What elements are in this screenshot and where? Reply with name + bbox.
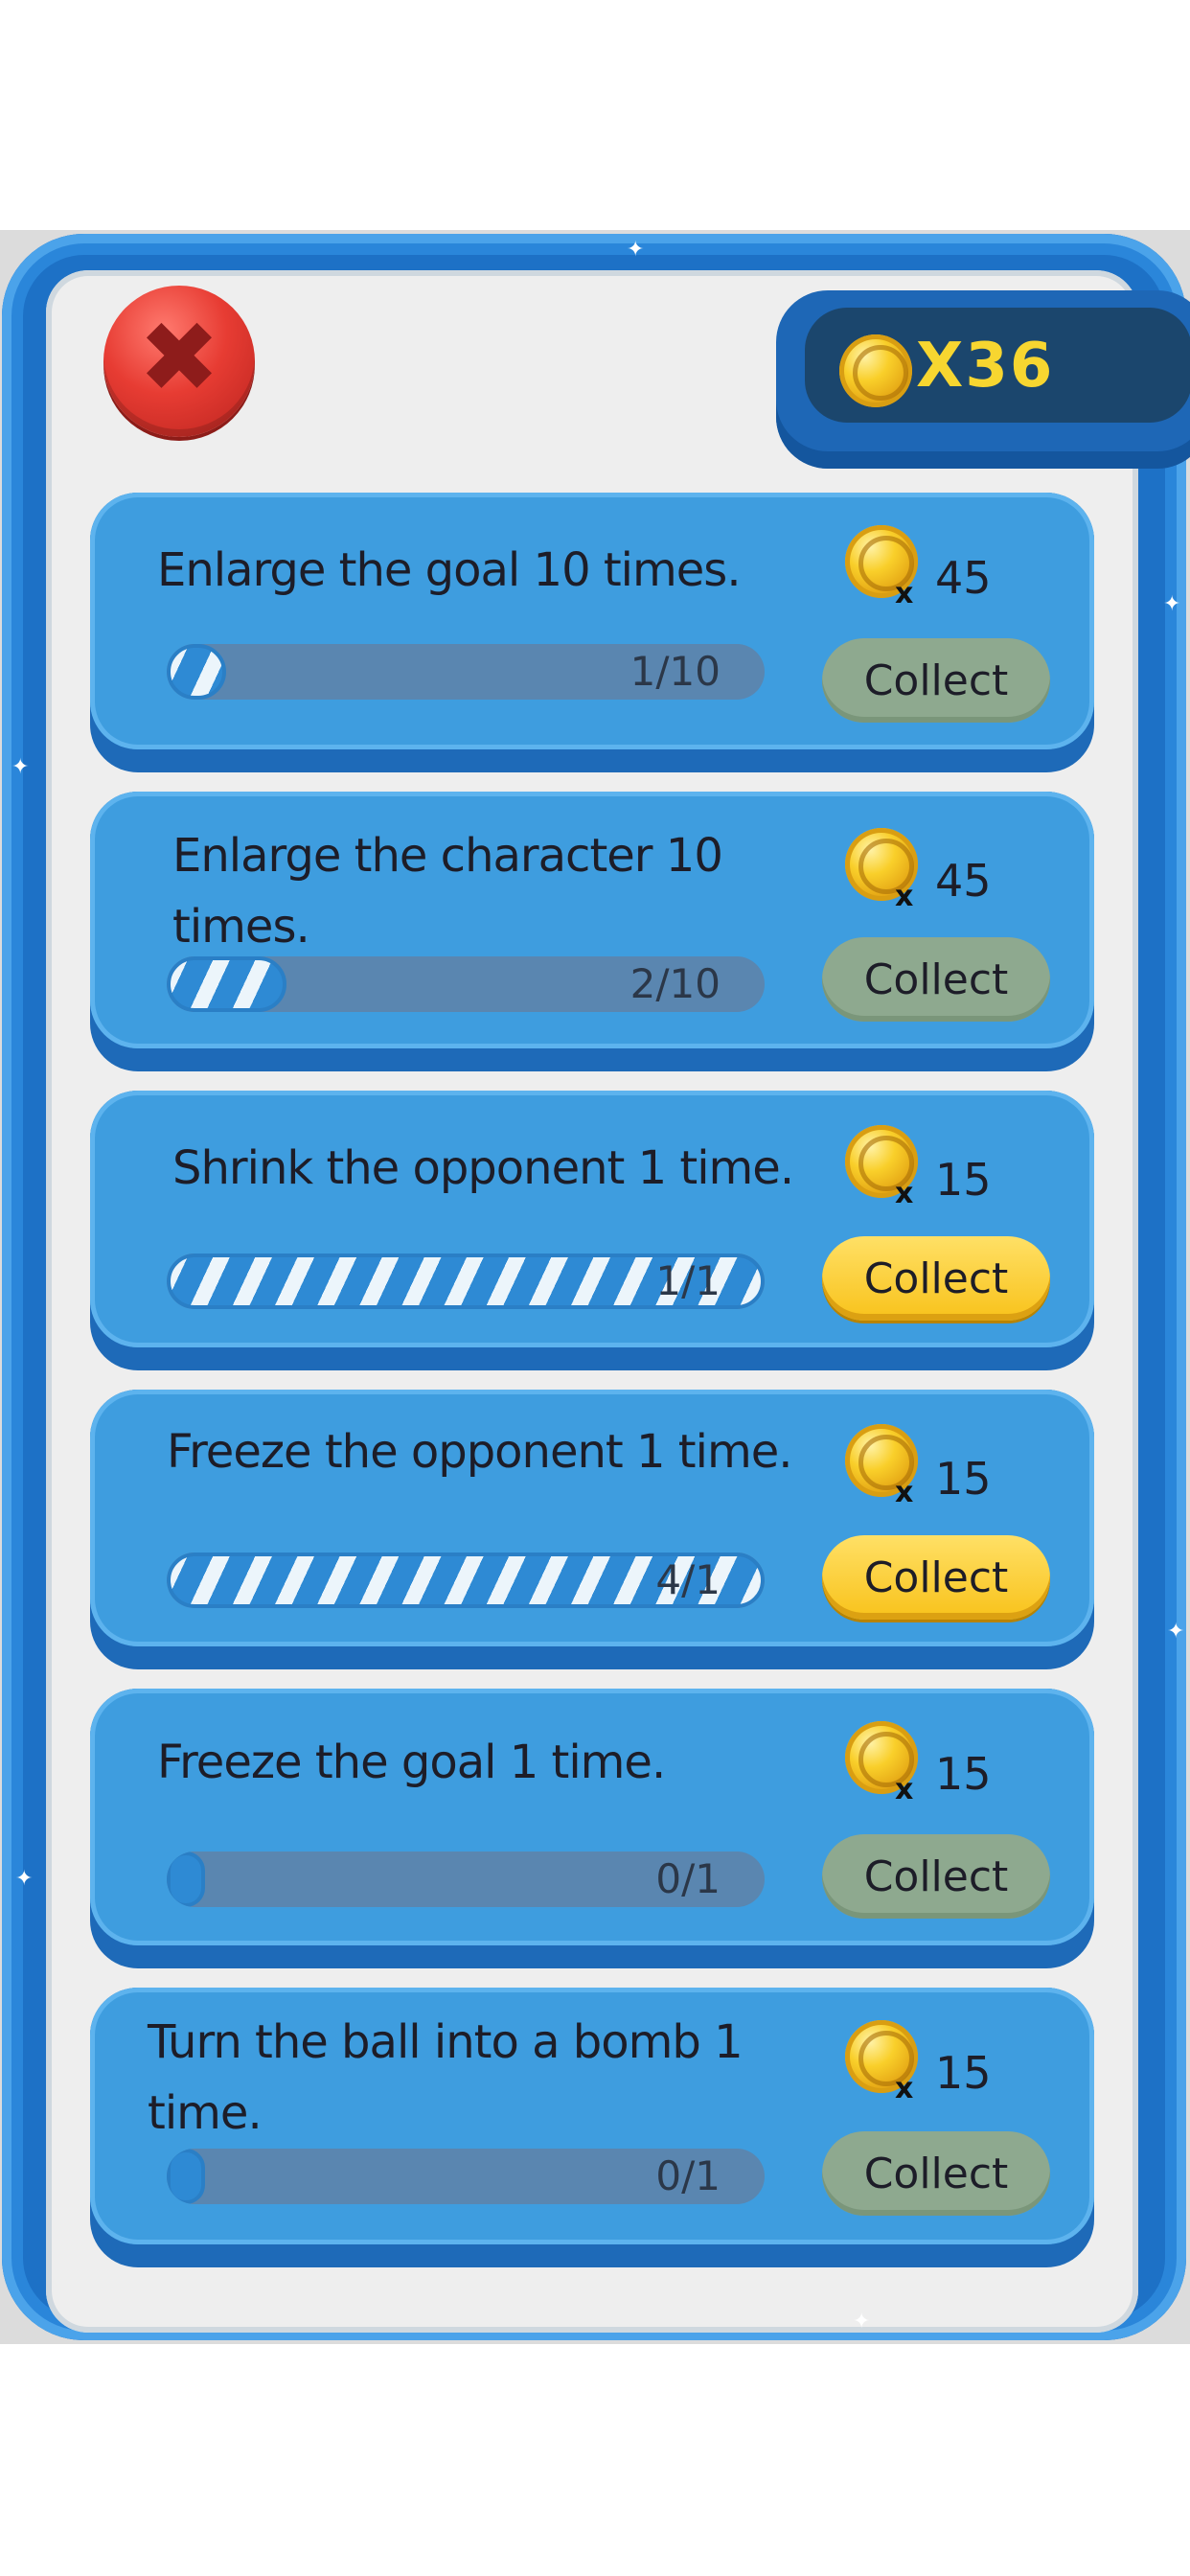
progress-text: 0/1	[655, 1855, 721, 1902]
progress-text: 0/1	[655, 2152, 721, 2199]
progress-text: 1/10	[629, 648, 721, 695]
reward-multiplier: x	[895, 1177, 914, 1210]
reward-amount: 45	[935, 855, 992, 907]
quest-title: Freeze the opponent 1 time.	[167, 1425, 793, 1479]
quest-title: Enlarge the goal 10 times.	[157, 543, 742, 597]
sparkle-decoration: ✦	[627, 238, 645, 262]
quest-card-face: Shrink the opponent 1 time. x 15 1/1 Collect	[90, 1091, 1094, 1347]
quest-card: Turn the ball into a bomb 1 time. x 15 0/1 C…	[90, 1988, 1094, 2267]
progress-fill	[167, 1852, 205, 1907]
reward-amount: 45	[935, 552, 992, 604]
quest-card: Enlarge the character 10 times. x 45 2/10 Co…	[90, 792, 1094, 1071]
quest-card-face: Enlarge the goal 10 times. x 45 1/10 Collect	[90, 493, 1094, 749]
collect-button[interactable]: Collect	[822, 1535, 1050, 1620]
quest-card: Enlarge the goal 10 times. x 45 1/10 Collect	[90, 493, 1094, 772]
progress-bar: 1/1	[167, 1254, 765, 1309]
sparkle-decoration: ✦	[853, 2310, 871, 2334]
collect-button[interactable]: Collect	[822, 1834, 1050, 1919]
quest-title: Enlarge the character 10 times.	[172, 829, 723, 954]
reward-amount: 15	[935, 1453, 992, 1505]
reward-multiplier: x	[895, 1476, 914, 1509]
quest-card-face: Turn the ball into a bomb 1 time. x 15 0/1 C…	[90, 1988, 1094, 2244]
close-icon: ✖	[138, 301, 220, 415]
quest-card: Freeze the opponent 1 time. x 15 4/1 Collect	[90, 1390, 1094, 1669]
reward-multiplier: x	[895, 577, 914, 610]
progress-text: 4/1	[655, 1556, 721, 1603]
reward-amount: 15	[935, 1748, 992, 1800]
reward-multiplier: x	[895, 1773, 914, 1806]
sparkle-decoration: ✦	[1167, 1620, 1185, 1644]
progress-fill	[167, 644, 226, 700]
coin-count-text: X36	[916, 331, 1055, 402]
coin-counter: X36	[776, 290, 1190, 469]
sparkle-decoration: ✦	[15, 1867, 34, 1891]
progress-bar: 0/1	[167, 2149, 765, 2204]
reward-multiplier: x	[895, 2072, 914, 2105]
progress-fill	[167, 956, 286, 1012]
quest-card-face: Freeze the goal 1 time. x 15 0/1 Collect	[90, 1689, 1094, 1945]
collect-button[interactable]: Collect	[822, 937, 1050, 1022]
reward-amount: 15	[935, 2047, 992, 2099]
quest-card: Freeze the goal 1 time. x 15 0/1 Collect	[90, 1689, 1094, 1968]
collect-button[interactable]: Collect	[822, 2131, 1050, 2216]
coin-icon	[839, 334, 912, 407]
quest-card: Shrink the opponent 1 time. x 15 1/1 Collect	[90, 1091, 1094, 1370]
quest-card-face: Freeze the opponent 1 time. x 15 4/1 Collect	[90, 1390, 1094, 1646]
progress-text: 1/1	[655, 1257, 721, 1304]
collect-button[interactable]: Collect	[822, 638, 1050, 723]
progress-bar: 4/1	[167, 1552, 765, 1608]
quest-card-face: Enlarge the character 10 times. x 45 2/10 Co…	[90, 792, 1094, 1048]
coin-counter-inner: X36	[805, 308, 1190, 423]
quest-title: Turn the ball into a bomb 1 time.	[148, 2015, 744, 2140]
progress-bar: 2/10	[167, 956, 765, 1012]
sparkle-decoration: ✦	[1163, 592, 1181, 616]
quest-title: Shrink the opponent 1 time.	[172, 1141, 794, 1195]
progress-fill	[167, 2149, 205, 2204]
quest-title: Freeze the goal 1 time.	[157, 1736, 666, 1789]
progress-bar: 0/1	[167, 1852, 765, 1907]
reward-amount: 15	[935, 1154, 992, 1206]
progress-text: 2/10	[629, 960, 721, 1007]
sparkle-decoration: ✦	[11, 755, 30, 779]
close-button[interactable]: ✖	[103, 286, 255, 437]
collect-button[interactable]: Collect	[822, 1236, 1050, 1321]
reward-multiplier: x	[895, 880, 914, 913]
progress-bar: 1/10	[167, 644, 765, 700]
